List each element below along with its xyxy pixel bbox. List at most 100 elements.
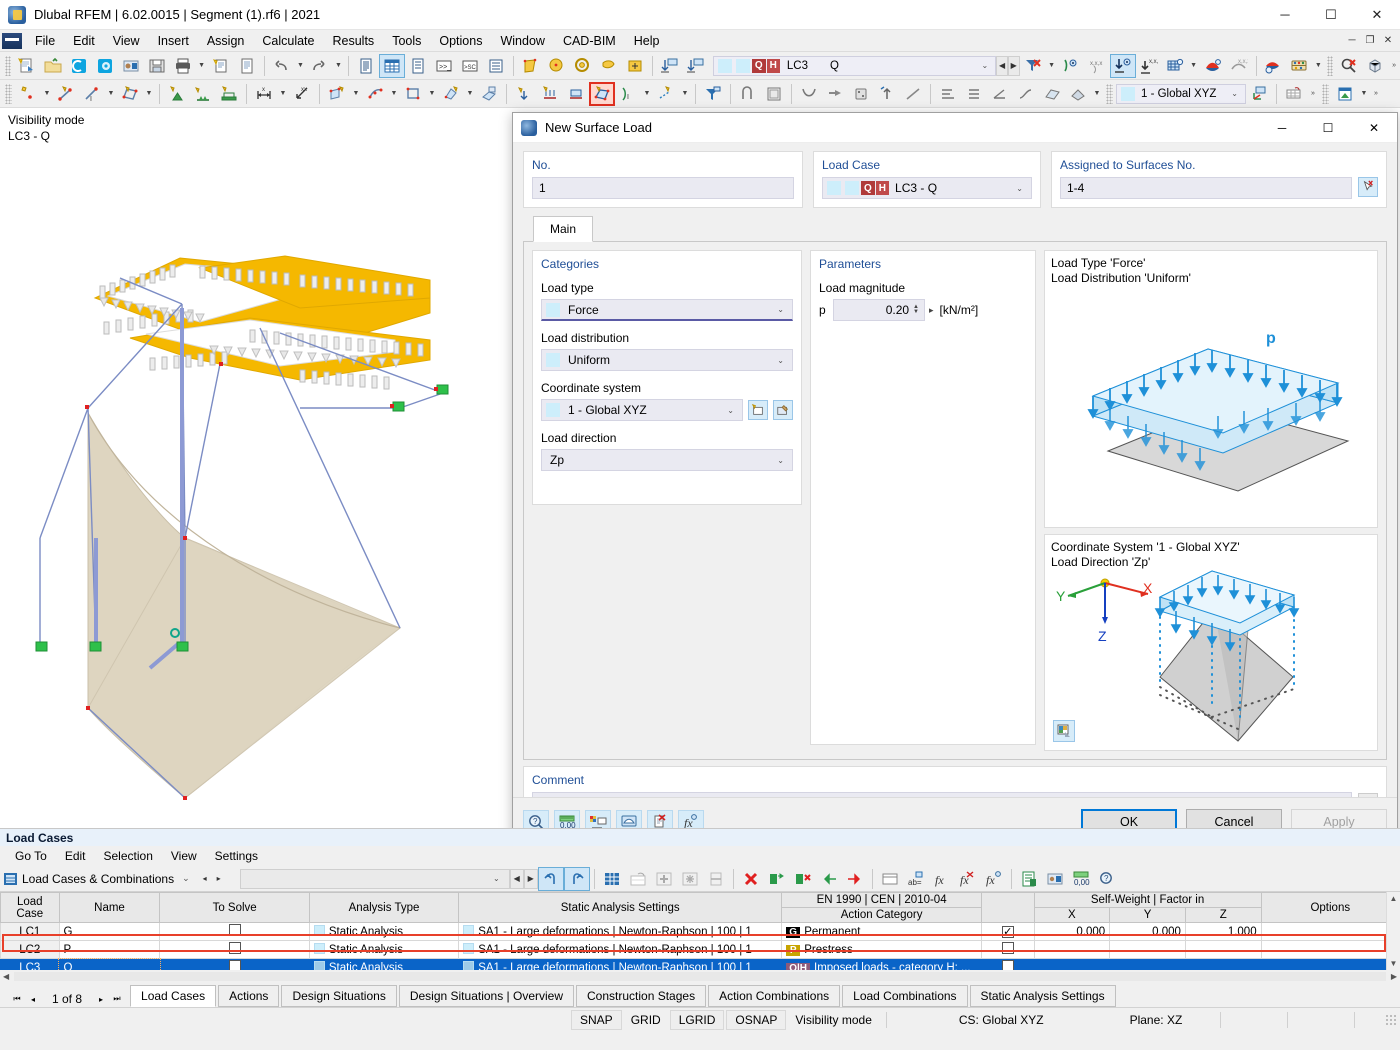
new-surface-load-dialog[interactable]: New Surface Load ─ ☐ ✕ No. 1 Load Case Q… — [512, 112, 1398, 846]
load-case-prev-icon[interactable] — [657, 54, 683, 78]
results-values-icon[interactable]: x,x,x — [1226, 54, 1252, 78]
pager-prev[interactable]: ◂ — [26, 991, 40, 1007]
cell-z[interactable] — [1184, 958, 1262, 970]
load-case-prev-button[interactable]: ◀ — [996, 55, 1008, 76]
cell-options[interactable] — [1260, 940, 1400, 959]
free-load-icon[interactable] — [476, 82, 502, 106]
new-coordinate-system-icon[interactable] — [748, 400, 768, 420]
grid-settings-icon[interactable] — [1281, 82, 1307, 106]
new-member-dropdown-icon[interactable]: ▼ — [105, 82, 117, 106]
table-menu-edit[interactable]: Edit — [56, 847, 95, 865]
preview-settings-icon[interactable] — [1053, 720, 1075, 742]
mdi-minimize-button[interactable]: ─ — [1344, 33, 1360, 49]
nodal-support-icon[interactable] — [164, 82, 190, 106]
cell-x[interactable] — [1033, 958, 1111, 970]
cell-self-weight-check[interactable] — [981, 958, 1035, 970]
hide-table-icon[interactable] — [625, 867, 651, 891]
cell-z[interactable] — [1184, 940, 1262, 959]
redo-dropdown-icon[interactable]: ▼ — [332, 54, 344, 78]
table-menu-selection[interactable]: Selection — [95, 847, 162, 865]
load-case-select-arrow[interactable]: ⌄ — [1010, 184, 1029, 193]
load-magnitude-input[interactable]: 0.20 ▲ ▼ — [833, 299, 925, 321]
undo-icon[interactable] — [268, 54, 294, 78]
mesh-display-icon[interactable] — [1162, 54, 1188, 78]
coordinate-system-arrow[interactable]: ⌄ — [721, 406, 740, 415]
col-to-solve[interactable]: To Solve — [159, 892, 310, 923]
move-up-icon[interactable] — [874, 82, 900, 106]
new-member-icon[interactable]: I — [79, 82, 105, 106]
table-vertical-scrollbar[interactable]: ▲ ▼ — [1386, 892, 1400, 970]
load-distribution-arrow[interactable]: ⌄ — [771, 356, 790, 365]
col-name[interactable]: Name — [58, 892, 161, 923]
cloud-open-icon[interactable] — [66, 54, 92, 78]
table-row[interactable]: LC1 G Static Analysis SA1 - Large deform… — [0, 922, 1400, 941]
undo-dropdown-icon[interactable]: ▼ — [294, 54, 306, 78]
cell-analysis-type[interactable]: Static Analysis — [308, 958, 460, 970]
to-solve-checkbox[interactable] — [228, 942, 241, 954]
snap-object-icon[interactable] — [735, 82, 761, 106]
mdi-close-button[interactable]: ✕ — [1380, 33, 1396, 49]
cell-z[interactable]: 1.000 — [1184, 922, 1262, 941]
table-properties-icon[interactable] — [1042, 867, 1068, 891]
save-icon[interactable] — [144, 54, 170, 78]
menu-item-file[interactable]: File — [26, 31, 64, 51]
self-weight-checkbox[interactable] — [1001, 925, 1014, 938]
load-case-select[interactable]: Q H LC3 - Q ⌄ — [822, 177, 1032, 199]
formula-fx-icon[interactable]: fx — [929, 867, 955, 891]
table-filter-prev[interactable]: ◀ — [509, 868, 524, 889]
table-help-icon[interactable]: ? — [1094, 867, 1120, 891]
status-lgrid[interactable]: LGRID — [669, 1009, 725, 1030]
cell-category[interactable]: Q|H Imposed loads - category H: ... — [781, 958, 983, 970]
dimension-dropdown-icon[interactable]: ▼ — [277, 82, 289, 106]
select-circle-icon[interactable] — [544, 54, 570, 78]
table-row[interactable]: LC2 P Static Analysis SA1 - Large deform… — [0, 940, 1400, 959]
navigator-icon[interactable] — [353, 54, 379, 78]
coordinates-icon[interactable]: xx — [289, 82, 315, 106]
menu-item-results[interactable]: Results — [324, 31, 384, 51]
no-input[interactable]: 1 — [532, 177, 794, 199]
col-options[interactable]: Options — [1260, 892, 1400, 923]
line-load-icon[interactable] — [362, 82, 388, 106]
calculate-dropdown-icon[interactable]: ▼ — [1312, 54, 1324, 78]
show-numbering-icon[interactable] — [1058, 54, 1084, 78]
arrow-left-icon[interactable] — [822, 82, 848, 106]
cell-x[interactable]: 0.000 — [1033, 922, 1111, 941]
line-support-icon[interactable] — [190, 82, 216, 106]
table-filter-arrow[interactable]: ⌄ — [488, 874, 505, 883]
menu-item-options[interactable]: Options — [430, 31, 491, 51]
view-cube-icon[interactable] — [1362, 54, 1388, 78]
dialog-close-button[interactable]: ✕ — [1351, 113, 1397, 143]
status-snap[interactable]: SNAP — [571, 1009, 622, 1030]
insert-row-icon[interactable] — [651, 867, 677, 891]
new-line-icon[interactable] — [53, 82, 79, 106]
printout-report-icon[interactable] — [208, 54, 234, 78]
bottom-tab-construction-stages[interactable]: Construction Stages — [576, 985, 707, 1007]
cell-y[interactable] — [1109, 940, 1186, 959]
menu-item-view[interactable]: View — [104, 31, 149, 51]
dialog-minimize-button[interactable]: ─ — [1259, 113, 1305, 143]
dimension-icon[interactable]: x — [251, 82, 277, 106]
move-left-icon[interactable] — [816, 867, 842, 891]
cs-combo-arrow[interactable]: ⌄ — [1226, 89, 1243, 98]
filter-dropdown-icon[interactable]: ▼ — [1046, 54, 1058, 78]
render-mode-icon[interactable] — [1065, 82, 1091, 106]
delete-after-icon[interactable] — [790, 867, 816, 891]
toolbar-grip[interactable] — [5, 55, 11, 76]
col-self-weight[interactable]: Self-Weight | Factor in — [1033, 892, 1262, 908]
line-tool-icon[interactable] — [900, 82, 926, 106]
formula-delete-icon[interactable]: fx — [955, 867, 981, 891]
show-table-icon[interactable] — [599, 867, 625, 891]
col-z[interactable]: Z — [1184, 907, 1262, 923]
coordinate-system-combo[interactable]: 1 - Global XYZ ⌄ — [1116, 83, 1246, 104]
load-case-next-button[interactable]: ▶ — [1007, 55, 1020, 76]
col-action-category-bottom[interactable]: Action Category — [781, 907, 983, 923]
redo-icon[interactable] — [306, 54, 332, 78]
load-wizard-icon[interactable] — [700, 82, 726, 106]
new-surface-dropdown-icon[interactable]: ▼ — [143, 82, 155, 106]
resize-grip[interactable] — [1385, 1013, 1397, 1026]
table-menu-go-to[interactable]: Go To — [6, 847, 56, 865]
align-top-icon[interactable] — [935, 82, 961, 106]
cell-name[interactable]: Q — [58, 957, 161, 970]
free-concentrated-load-icon[interactable] — [511, 82, 537, 106]
solid-load-dropdown-icon[interactable]: ▼ — [464, 82, 476, 106]
